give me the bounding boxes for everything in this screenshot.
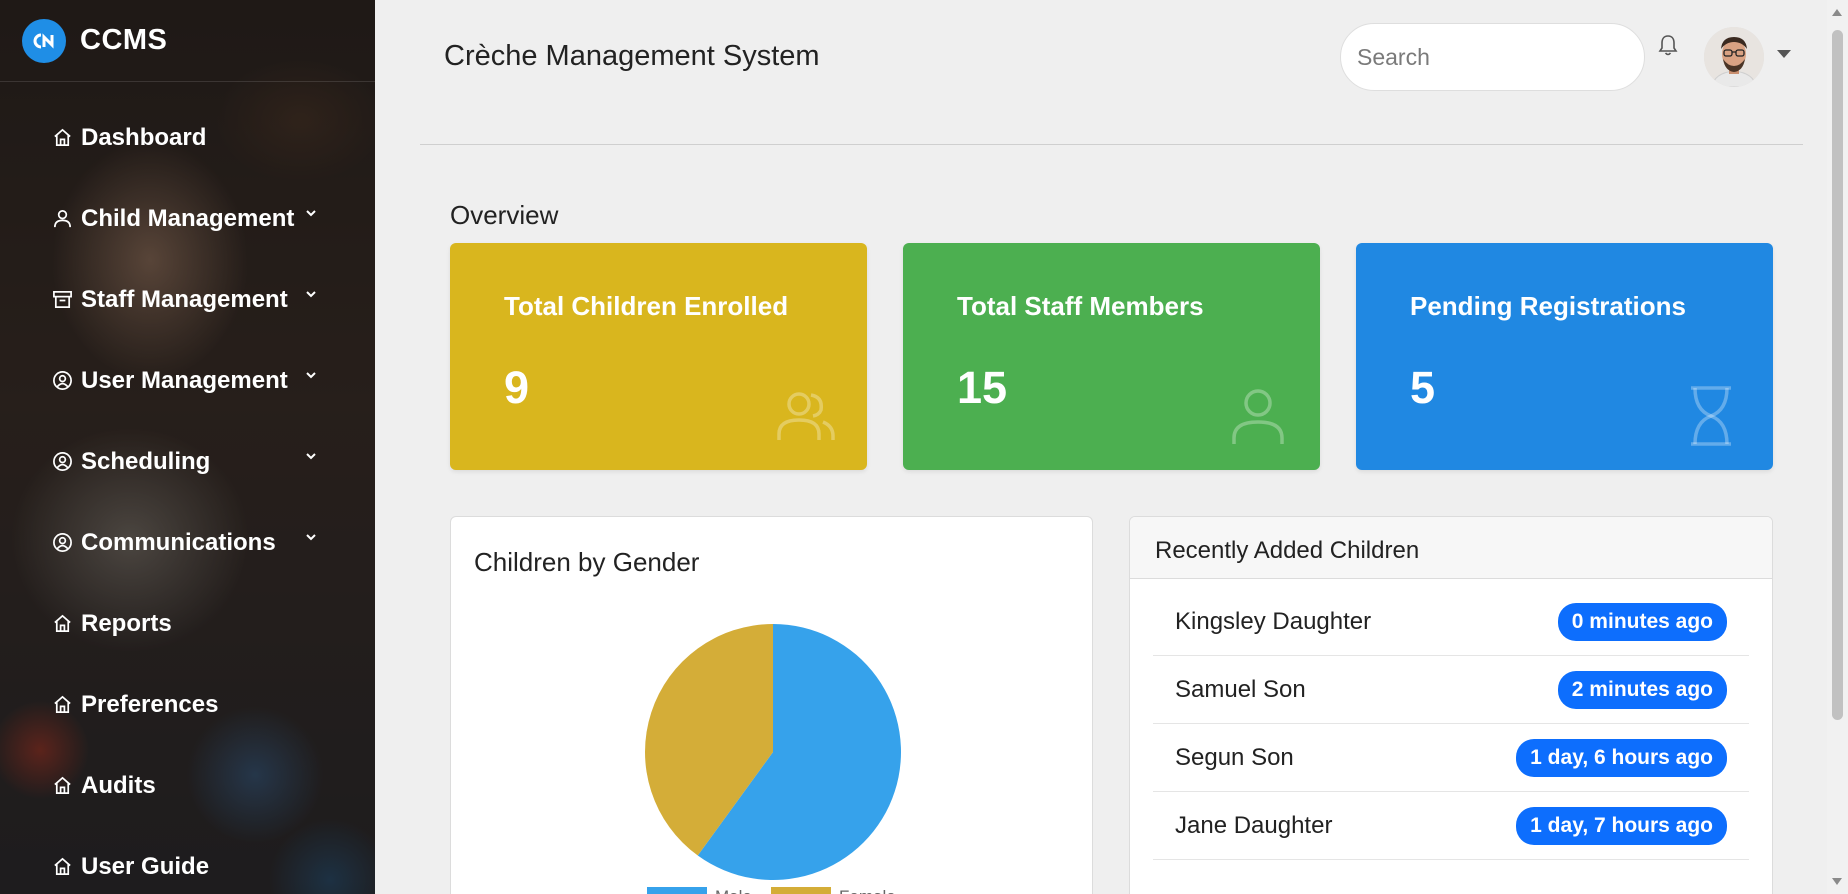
recent-title: Recently Added Children: [1130, 517, 1772, 579]
home-icon: [54, 857, 71, 875]
sidebar-item-communications[interactable]: Communications: [0, 502, 375, 583]
person-icon: [54, 210, 71, 228]
stat-card-staff[interactable]: Total Staff Members 15: [903, 243, 1320, 470]
stat-card-pending[interactable]: Pending Registrations 5: [1356, 243, 1773, 470]
home-icon: [54, 695, 71, 713]
list-item[interactable]: Segun Son 1 day, 6 hours ago: [1153, 724, 1749, 792]
hourglass-icon: [1691, 386, 1731, 446]
user-menu-caret-icon[interactable]: [1777, 50, 1791, 58]
stat-label: Total Staff Members: [957, 291, 1204, 321]
scroll-down-icon[interactable]: [1832, 878, 1842, 885]
legend-swatch[interactable]: [647, 887, 707, 894]
sidebar-item-label: User Management: [81, 366, 288, 394]
home-icon: [54, 128, 71, 146]
chart-card: Male Female Children by Gender: [450, 516, 1093, 894]
stat-label: Total Children Enrolled: [504, 291, 789, 321]
legend-label: Female: [839, 887, 896, 894]
archive-icon: [53, 291, 72, 308]
sidebar-nav: Dashboard Child Management Staff Managemen…: [0, 82, 375, 894]
recent-list: Kingsley Daughter 0 minutes ago Samuel Son…: [1130, 579, 1772, 860]
sidebar-item-label: Staff Management: [81, 285, 288, 313]
time-badge: 1 day, 6 hours ago: [1516, 738, 1727, 777]
home-icon: [54, 614, 71, 632]
sidebar-item-scheduling[interactable]: Scheduling: [0, 421, 375, 502]
chevron-down-icon[interactable]: [304, 206, 318, 220]
legend-swatch[interactable]: [771, 887, 831, 894]
legend-label: Male: [715, 887, 752, 894]
person-icon: [1232, 389, 1284, 444]
people-icon: [777, 392, 835, 440]
sidebar-item-label: Reports: [81, 609, 172, 637]
brand[interactable]: CCMS: [0, 0, 375, 82]
bell-icon[interactable]: [1657, 33, 1679, 57]
chart-title: Children by Gender: [474, 547, 700, 577]
overview-title: Overview: [450, 200, 559, 230]
sidebar-item-label: Child Management: [81, 204, 295, 232]
chevron-down-icon[interactable]: [304, 449, 318, 463]
sidebar-item-child-management[interactable]: Child Management: [0, 178, 375, 259]
list-item[interactable]: Jane Daughter 1 day, 7 hours ago: [1153, 792, 1749, 860]
time-badge: 2 minutes ago: [1557, 670, 1727, 709]
chevron-down-icon[interactable]: [304, 530, 318, 544]
child-name: Kingsley Daughter: [1175, 607, 1372, 635]
user-circle-icon: [53, 371, 72, 390]
scrollbar-thumb[interactable]: [1832, 30, 1843, 720]
sidebar-item-label: Dashboard: [81, 123, 207, 151]
brand-name: CCMS: [80, 24, 168, 56]
sidebar-item-label: Scheduling: [81, 447, 211, 475]
search-input[interactable]: [1340, 23, 1645, 91]
sidebar-item-user-guide[interactable]: User Guide: [0, 826, 375, 894]
page-title: Crèche Management System: [444, 40, 820, 72]
child-name: Samuel Son: [1175, 675, 1306, 703]
chevron-down-icon[interactable]: [304, 368, 318, 382]
list-item[interactable]: Kingsley Daughter 0 minutes ago: [1153, 588, 1749, 656]
sidebar: CCMS Dashboard Child Management Staff Mana…: [0, 0, 375, 894]
home-icon: [54, 776, 71, 794]
time-badge: 1 day, 7 hours ago: [1516, 806, 1727, 845]
child-name: Segun Son: [1175, 743, 1294, 771]
brand-logo-icon: [22, 18, 66, 63]
sidebar-item-dashboard[interactable]: Dashboard: [0, 97, 375, 178]
sidebar-item-label: Audits: [81, 771, 156, 799]
sidebar-item-audits[interactable]: Audits: [0, 745, 375, 826]
recent-children-card: Recently Added Children Kingsley Daughte…: [1129, 516, 1773, 894]
sidebar-item-label: User Guide: [81, 852, 210, 880]
sidebar-item-label: Preferences: [81, 690, 219, 718]
sidebar-item-reports[interactable]: Reports: [0, 583, 375, 664]
avatar[interactable]: [1704, 27, 1764, 87]
page-scrollbar[interactable]: [1827, 0, 1848, 894]
sidebar-item-staff-management[interactable]: Staff Management: [0, 259, 375, 340]
time-badge: 0 minutes ago: [1557, 602, 1727, 641]
user-circle-icon: [53, 533, 72, 552]
list-item[interactable]: Samuel Son 2 minutes ago: [1153, 656, 1749, 724]
stat-label: Pending Registrations: [1410, 291, 1686, 321]
scroll-up-icon[interactable]: [1832, 9, 1842, 16]
sidebar-item-label: Communications: [81, 528, 276, 556]
sidebar-item-user-management[interactable]: User Management: [0, 340, 375, 421]
header-divider: [420, 144, 1803, 145]
user-circle-icon: [53, 452, 72, 471]
stat-card-children[interactable]: Total Children Enrolled 9: [450, 243, 867, 470]
chevron-down-icon[interactable]: [304, 287, 318, 301]
sidebar-item-preferences[interactable]: Preferences: [0, 664, 375, 745]
child-name: Jane Daughter: [1175, 811, 1333, 839]
